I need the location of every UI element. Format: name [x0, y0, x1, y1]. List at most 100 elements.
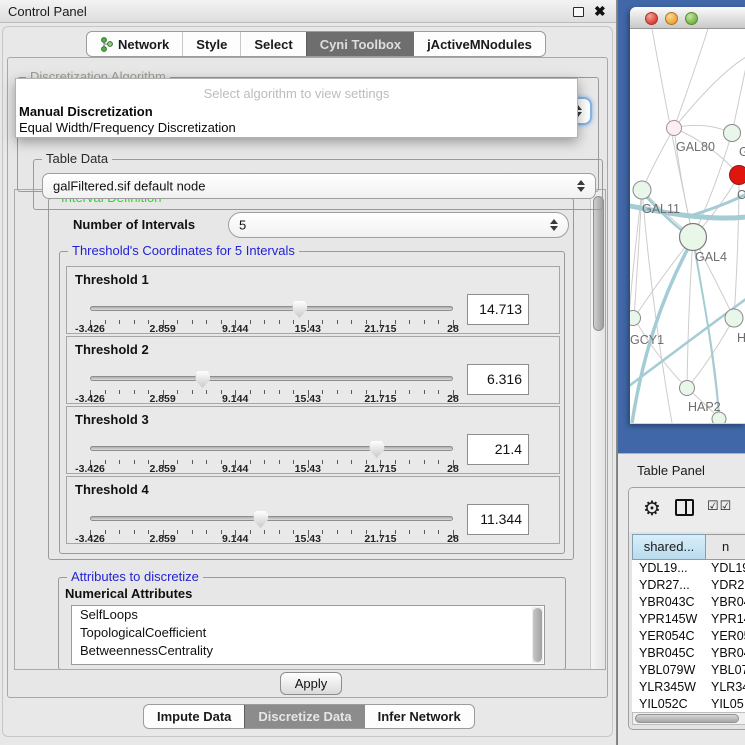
threshold-slider[interactable]: [90, 441, 453, 459]
threshold-slider[interactable]: [90, 371, 453, 389]
control-panel: Control Panel ✖ Network Style Select Cyn…: [0, 0, 617, 745]
table-cell[interactable]: YDR27...: [632, 577, 706, 594]
threshold-value-field[interactable]: 21.4: [467, 434, 529, 465]
close-traffic-light-icon[interactable]: [645, 12, 658, 25]
columns-icon[interactable]: [675, 499, 694, 516]
table-hscrollbar-thumb[interactable]: [635, 714, 739, 723]
zoom-traffic-light-icon[interactable]: [685, 12, 698, 25]
slider-track[interactable]: [90, 376, 453, 381]
apply-button[interactable]: Apply: [280, 672, 342, 695]
select-checkboxes-icon[interactable]: ☑☑: [707, 498, 732, 514]
table-cell[interactable]: YBL07: [706, 662, 745, 679]
close-icon[interactable]: ✖: [594, 3, 606, 20]
slider-thumb-icon[interactable]: [369, 441, 384, 458]
tab-select[interactable]: Select: [240, 32, 305, 56]
table-cell[interactable]: YLR34: [706, 679, 745, 696]
slider-thumb-icon[interactable]: [253, 511, 268, 528]
settings-vertical-scrollbar[interactable]: [590, 190, 605, 669]
slider-track[interactable]: [90, 446, 453, 451]
table-row[interactable]: YDR27...YDR27: [632, 577, 745, 594]
table-panel-titlebar: Table Panel: [618, 453, 745, 487]
slider-thumb-icon[interactable]: [195, 371, 210, 388]
float-window-icon[interactable]: [573, 7, 584, 17]
table-cell[interactable]: YLR345W: [632, 679, 706, 696]
slider-thumb-icon[interactable]: [292, 301, 307, 318]
table-cell[interactable]: YPR14: [706, 611, 745, 628]
gear-icon[interactable]: ⚙: [643, 496, 661, 521]
slider-track[interactable]: [90, 306, 453, 311]
table-cell[interactable]: YBR04: [706, 594, 745, 611]
node-gal4[interactable]: [680, 224, 707, 251]
tab-infer-network[interactable]: Infer Network: [365, 705, 474, 728]
tab-style[interactable]: Style: [182, 32, 240, 56]
table-cell[interactable]: YDR27: [706, 577, 745, 594]
numerical-attributes-list[interactable]: SelfLoops TopologicalCoefficient Between…: [71, 605, 545, 665]
slider-tick-labels: -3.4262.8599.14415.4321.71528: [90, 323, 453, 335]
threshold-label: Threshold 1: [75, 272, 149, 287]
threshold-slider[interactable]: [90, 301, 453, 319]
table-row[interactable]: YLR345WYLR34: [632, 679, 745, 696]
table-row[interactable]: YIL052CYIL05: [632, 696, 745, 712]
popup-option-manual[interactable]: Manual Discretization: [19, 104, 153, 119]
popup-hint: Select algorithm to view settings: [16, 86, 577, 101]
table-data-combobox[interactable]: galFiltered.sif default node: [42, 173, 596, 199]
table-cell[interactable]: YBR045C: [632, 645, 706, 662]
threshold-value-field[interactable]: 11.344: [467, 504, 529, 535]
table-row[interactable]: YER054CYER05: [632, 628, 745, 645]
table-cell[interactable]: YIL05: [706, 696, 745, 712]
tab-style-label: Style: [196, 37, 227, 52]
minimize-traffic-light-icon[interactable]: [665, 12, 678, 25]
threshold-value-field[interactable]: 14.713: [467, 294, 529, 325]
node-gal80[interactable]: [667, 121, 682, 136]
network-canvas[interactable]: GAL80 G C GAL11 GAL4 GCY1 H HAP2: [630, 29, 745, 423]
slider-track[interactable]: [90, 516, 453, 521]
table-cell[interactable]: YBR043C: [632, 594, 706, 611]
popup-option-equal-width[interactable]: Equal Width/Frequency Discretization: [19, 120, 236, 135]
list-item[interactable]: BetweennessCentrality: [72, 642, 544, 660]
tab-cyni-toolbox[interactable]: Cyni Toolbox: [306, 32, 414, 56]
table-cell[interactable]: YDL19...: [632, 560, 706, 577]
node-gal11[interactable]: [633, 181, 651, 199]
table-cell[interactable]: YBR04: [706, 645, 745, 662]
node-label-hap2: HAP2: [688, 400, 721, 414]
list-scrollbar[interactable]: [532, 607, 543, 663]
table-row[interactable]: YDL19...YDL19: [632, 560, 745, 577]
number-of-intervals-label: Number of Intervals: [73, 217, 195, 232]
tab-impute-data[interactable]: Impute Data: [144, 705, 244, 728]
column-header-name[interactable]: n: [706, 534, 745, 560]
node-label-gal11: GAL11: [642, 202, 680, 216]
threshold-slider[interactable]: [90, 511, 453, 529]
table-row[interactable]: YPR145WYPR14: [632, 611, 745, 628]
table-horizontal-scrollbar[interactable]: [632, 712, 745, 725]
list-item[interactable]: TopologicalCoefficient: [72, 624, 544, 642]
tab-discretize-data[interactable]: Discretize Data: [244, 705, 364, 728]
tab-network[interactable]: Network: [87, 32, 182, 56]
network-view-window[interactable]: GAL80 G C GAL11 GAL4 GCY1 H HAP2: [630, 7, 745, 424]
table-row[interactable]: YBL079WYBL07: [632, 662, 745, 679]
node-hap2[interactable]: [680, 381, 695, 396]
threshold-panel-3: Threshold 3-3.4262.8599.14415.4321.71528…: [66, 406, 560, 474]
table-cell[interactable]: YBL079W: [632, 662, 706, 679]
node-h-partial[interactable]: [725, 309, 743, 327]
list-scrollbar-thumb[interactable]: [533, 608, 542, 662]
table-cell[interactable]: YDL19: [706, 560, 745, 577]
tab-jactivemnodules[interactable]: jActiveMNodules: [414, 32, 545, 56]
threshold-panel-2: Threshold 2-3.4262.8599.14415.4321.71528…: [66, 336, 560, 404]
network-window-titlebar[interactable]: [630, 7, 745, 29]
number-of-intervals-combobox[interactable]: 5: [228, 212, 569, 238]
node-red-selected[interactable]: [730, 166, 745, 185]
table-cell[interactable]: YIL052C: [632, 696, 706, 712]
table-row[interactable]: YBR045CYBR04: [632, 645, 745, 662]
node-gcy1[interactable]: [630, 311, 641, 326]
table-row[interactable]: YBR043CYBR04: [632, 594, 745, 611]
table-cell[interactable]: YER05: [706, 628, 745, 645]
table-cell[interactable]: YER054C: [632, 628, 706, 645]
table-cell[interactable]: YPR145W: [632, 611, 706, 628]
threshold-value-field[interactable]: 6.316: [467, 364, 529, 395]
settings-scrollbar-thumb[interactable]: [593, 196, 604, 331]
list-item[interactable]: SelfLoops: [72, 606, 544, 624]
node-partial-top-right[interactable]: [724, 125, 741, 142]
column-header-shared-name[interactable]: shared...: [632, 534, 706, 560]
tick-label: 9.144: [222, 393, 248, 405]
node-label-gal80: GAL80: [676, 140, 715, 154]
